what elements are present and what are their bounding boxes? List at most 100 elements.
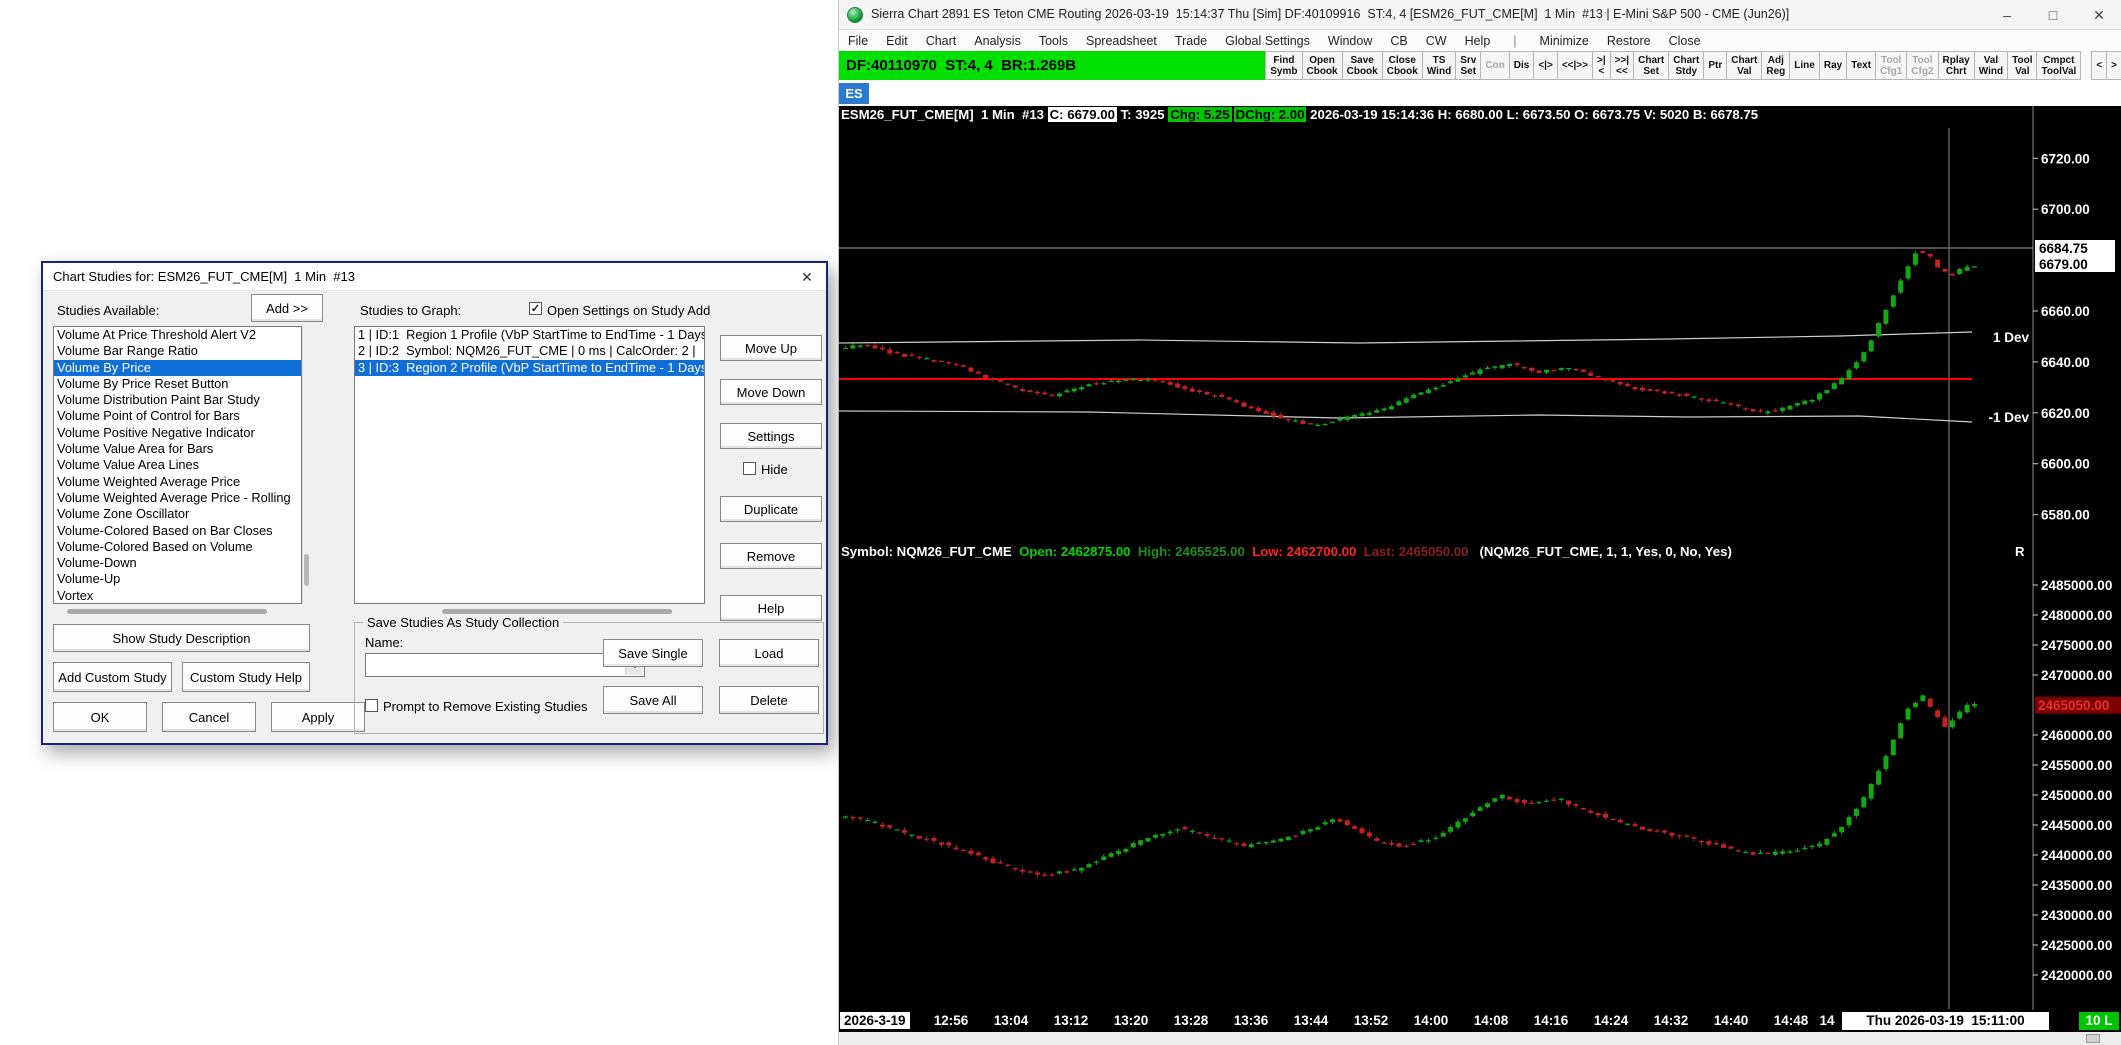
- duplicate-button[interactable]: Duplicate: [720, 496, 822, 522]
- studies-available-list[interactable]: Volume At Price Threshold Alert V2 Volume…: [53, 326, 302, 604]
- toolbar->>|<<[interactable]: >>|<<: [1610, 51, 1635, 80]
- menu-chart[interactable]: Chart: [917, 34, 966, 48]
- graphed-study-item[interactable]: 3 | ID:3 Region 2 Profile (VbP StartTime…: [355, 359, 704, 376]
- toolbar-save-cbook[interactable]: Save Cbook: [1342, 51, 1383, 80]
- cancel-button[interactable]: Cancel: [162, 702, 256, 732]
- dialog-close-icon[interactable]: ✕: [796, 267, 818, 287]
- toolbar-tool-val[interactable]: Tool Val: [2008, 51, 2038, 80]
- svg-text:6600.00: 6600.00: [2041, 457, 2090, 472]
- header-segment: Low: 2462700.00: [1252, 544, 1364, 559]
- region-resize-marker[interactable]: R: [2015, 544, 2025, 559]
- study-list-item[interactable]: Volume-Up: [54, 571, 301, 587]
- menu-analysis[interactable]: Analysis: [965, 34, 1030, 48]
- toolbar->|<[interactable]: >|<: [1592, 51, 1611, 80]
- menu-global-settings[interactable]: Global Settings: [1216, 34, 1319, 48]
- toolbar-<[interactable]: <: [2091, 51, 2108, 80]
- toolbar-<|>[interactable]: <|>: [1534, 51, 1558, 80]
- remove-button[interactable]: Remove: [720, 543, 822, 569]
- apply-button[interactable]: Apply: [271, 702, 365, 732]
- toolbar-cmpct-toolval[interactable]: Cmpct ToolVal: [2037, 51, 2082, 80]
- graphed-study-item[interactable]: 1 | ID:1 Region 1 Profile (VbP StartTime…: [355, 327, 704, 343]
- toolbar-tool-cfg1[interactable]: Tool Cfg1: [1876, 51, 1908, 80]
- toolbar-adj-reg[interactable]: Adj Reg: [1762, 51, 1791, 80]
- study-list-item[interactable]: Volume Weighted Average Price - Rolling: [54, 490, 301, 506]
- settings-button[interactable]: Settings: [720, 423, 822, 449]
- toolbar-<<|>>[interactable]: <<|>>: [1557, 51, 1593, 80]
- study-list-item[interactable]: Volume Point of Control for Bars: [54, 408, 301, 424]
- studies-to-graph-list[interactable]: 1 | ID:1 Region 1 Profile (VbP StartTime…: [354, 326, 705, 604]
- close-button[interactable]: ✕: [2076, 0, 2121, 30]
- add-study-button[interactable]: Add >>: [251, 294, 323, 322]
- show-study-description-button[interactable]: Show Study Description: [53, 624, 310, 652]
- study-list-item[interactable]: Volume Zone Oscillator: [54, 506, 301, 522]
- study-list-item[interactable]: Volume By Price Reset Button: [54, 376, 301, 392]
- menu-file[interactable]: File: [839, 34, 877, 48]
- available-list-scrollbar[interactable]: [302, 326, 310, 604]
- move-down-button[interactable]: Move Down: [720, 379, 822, 405]
- resize-grip[interactable]: [2086, 1034, 2100, 1043]
- toolbar-chart-set[interactable]: Chart Set: [1634, 51, 1670, 80]
- load-button[interactable]: Load: [719, 639, 819, 667]
- toolbar-find-symb[interactable]: Find Symb: [1265, 51, 1303, 80]
- toolbar-con[interactable]: Con: [1481, 51, 1510, 80]
- study-list-item[interactable]: Volume Weighted Average Price: [54, 474, 301, 490]
- study-list-item[interactable]: Volume By Price: [54, 359, 301, 376]
- maximize-button[interactable]: □: [2030, 0, 2076, 30]
- toolbar-close-cbook[interactable]: Close Cbook: [1382, 51, 1423, 80]
- dialog-title-bar[interactable]: Chart Studies for: ESM26_FUT_CME[M] 1 Mi…: [43, 263, 826, 291]
- toolbar-ray[interactable]: Ray: [1819, 51, 1848, 80]
- menu-close[interactable]: Close: [1660, 34, 1710, 48]
- toolbar->[interactable]: >: [2107, 51, 2121, 80]
- study-list-item[interactable]: Volume Distribution Paint Bar Study: [54, 392, 301, 408]
- menu-cw[interactable]: CW: [1417, 34, 1456, 48]
- study-list-item[interactable]: Volume-Down: [54, 555, 301, 571]
- ok-button[interactable]: OK: [53, 702, 147, 732]
- menu-spreadsheet[interactable]: Spreadsheet: [1077, 34, 1166, 48]
- study-list-item[interactable]: Vortex: [54, 588, 301, 603]
- menu-help[interactable]: Help: [1456, 34, 1500, 48]
- toolbar-rplay-chrt[interactable]: Rplay Chrt: [1938, 51, 1975, 80]
- toolbar-srv-set[interactable]: Srv Set: [1456, 51, 1482, 80]
- custom-study-help-button[interactable]: Custom Study Help: [182, 662, 310, 692]
- chart-area[interactable]: 1 Dev -1 Dev 6720.00 6700.00 6660.00 6640.00 6…: [839, 106, 2121, 1032]
- add-custom-study-button[interactable]: Add Custom Study: [53, 662, 172, 692]
- study-list-item[interactable]: Volume Bar Range Ratio: [54, 343, 301, 359]
- prompt-remove-checkbox[interactable]: [365, 699, 378, 712]
- tab-es-chart[interactable]: ES: [839, 83, 869, 104]
- toolbar-val-wind[interactable]: Val Wind: [1974, 51, 2009, 80]
- menu-restore[interactable]: Restore: [1598, 34, 1660, 48]
- menu-trade[interactable]: Trade: [1166, 34, 1216, 48]
- graphed-study-item[interactable]: 2 | ID:2 Symbol: NQM26_FUT_CME | 0 ms | …: [355, 343, 704, 359]
- toolbar-chart-stdy[interactable]: Chart Stdy: [1669, 51, 1705, 80]
- study-list-item[interactable]: Volume Positive Negative Indicator: [54, 425, 301, 441]
- study-list-item[interactable]: Volume At Price Threshold Alert V2: [54, 327, 301, 343]
- menu-tools[interactable]: Tools: [1030, 34, 1077, 48]
- toolbar-open-cbook[interactable]: Open Cbook: [1302, 51, 1343, 80]
- toolbar-chart-val[interactable]: Chart Val: [1727, 51, 1763, 80]
- toolbar-dis[interactable]: Dis: [1509, 51, 1535, 80]
- move-up-button[interactable]: Move Up: [720, 335, 822, 361]
- study-list-item[interactable]: Volume-Colored Based on Bar Closes: [54, 523, 301, 539]
- study-list-item[interactable]: Volume Value Area for Bars: [54, 441, 301, 457]
- study-list-item[interactable]: Volume Value Area Lines: [54, 457, 301, 473]
- help-button[interactable]: Help: [720, 595, 822, 621]
- toolbar-ts-wind[interactable]: TS Wind: [1422, 51, 1457, 80]
- save-all-button[interactable]: Save All: [603, 686, 703, 714]
- available-list-hscroll[interactable]: [67, 609, 267, 614]
- hide-checkbox[interactable]: [743, 462, 756, 475]
- delete-button[interactable]: Delete: [719, 686, 819, 714]
- toolbar-tool-cfg2[interactable]: Tool Cfg2: [1907, 51, 1939, 80]
- open-settings-checkbox[interactable]: ✓: [529, 302, 542, 315]
- study-list-item[interactable]: Volume-Colored Based on Volume: [54, 539, 301, 555]
- menu-minimize[interactable]: Minimize: [1531, 34, 1598, 48]
- graph-list-hscroll[interactable]: [442, 609, 672, 614]
- toolbar-line[interactable]: Line: [1790, 51, 1820, 80]
- toolbar-text[interactable]: Text: [1847, 51, 1877, 80]
- toolbar-ptr[interactable]: Ptr: [1704, 51, 1728, 80]
- minimize-button[interactable]: –: [1984, 0, 2030, 30]
- menu-cb[interactable]: CB: [1381, 34, 1416, 48]
- menu-edit[interactable]: Edit: [877, 34, 917, 48]
- save-single-button[interactable]: Save Single: [603, 639, 703, 667]
- menu-window[interactable]: Window: [1319, 34, 1381, 48]
- time-axis-label: 14:32: [1653, 1013, 1689, 1028]
